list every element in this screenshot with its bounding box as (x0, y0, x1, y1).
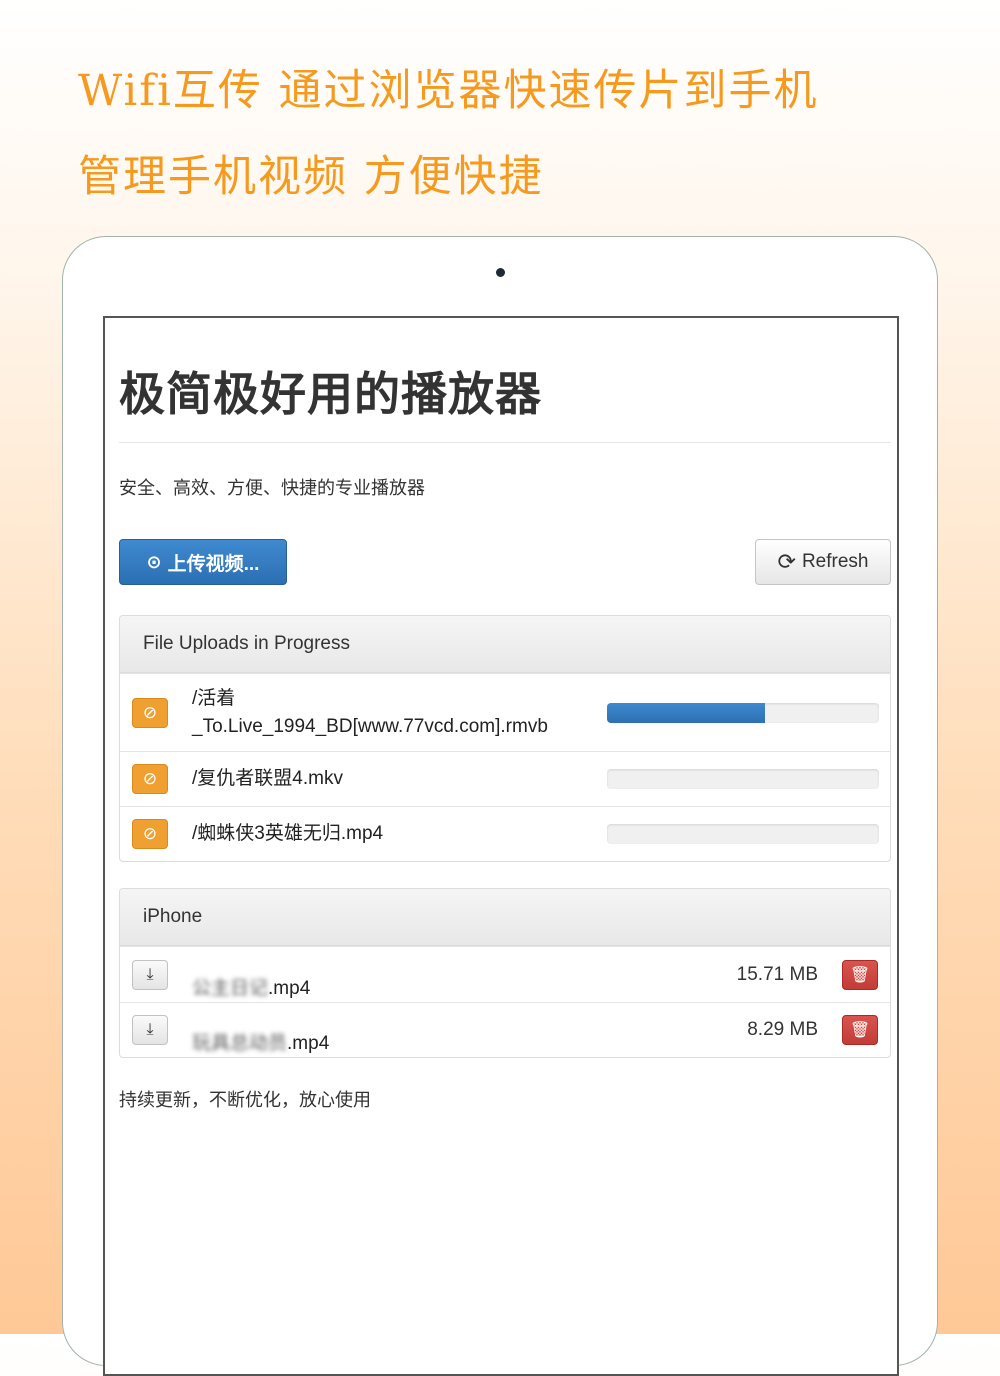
delete-button[interactable]: 🗑 (842, 1015, 878, 1045)
page-subtitle: 安全、高效、方便、快捷的专业播放器 (119, 478, 425, 498)
download-icon: ⤓ (146, 965, 154, 983)
page-title: 极简极好用的播放器 (119, 368, 542, 420)
cancel-icon: ⊘ (142, 824, 158, 843)
delete-button[interactable]: 🗑 (842, 959, 878, 990)
cancel-upload-button[interactable]: ⊘ (132, 697, 168, 728)
obscured-file-name: 公主日记 (192, 977, 269, 999)
trash-icon: 🗑 (849, 1022, 871, 1039)
footer-note: 持续更新，不断优化，放心使用 (119, 1090, 371, 1110)
uploads-panel: File Uploads in Progress ⊘ /活着 _To.Live_… (119, 615, 891, 862)
upload-progress-bar (607, 769, 879, 789)
download-icon: ⤓ (146, 1021, 154, 1038)
trash-icon: 🗑 (849, 966, 871, 984)
device-file-name: 玩具总动员.mp4 (192, 1002, 330, 1057)
file-row: ⤓ 公主日记.mp4 15.71 MB 🗑 (120, 946, 890, 1002)
file-extension: .mp4 (268, 977, 311, 999)
cancel-upload-button[interactable]: ⊘ (132, 819, 168, 849)
upload-video-button[interactable]: ⊙ 上传视频... (119, 539, 287, 585)
cancel-upload-button[interactable]: ⊘ (132, 764, 168, 794)
upload-button-label: 上传视频... (167, 553, 260, 575)
download-button[interactable]: ⤓ (132, 959, 168, 990)
upload-file-name: /活着 _To.Live_1994_BD[www.77vcd.com].rmvb (192, 687, 548, 737)
file-size: 8.29 MB (747, 1019, 818, 1040)
upload-progress-fill (607, 702, 765, 723)
refresh-button[interactable]: ⟳ Refresh (755, 539, 891, 585)
cancel-icon: ⊘ (142, 702, 158, 722)
obscured-file-name: 玩具总动员 (192, 1033, 288, 1054)
file-row: ⤓ 玩具总动员.mp4 8.29 MB 🗑 (120, 1002, 890, 1057)
device-files-panel: iPhone ⤓ 公主日记.mp4 15.71 MB 🗑 ⤓ 玩具总动员.mp4… (119, 888, 891, 1058)
upload-file-name: /复仇者联盟4.mkv (192, 768, 343, 789)
upload-file-name: /蜘蛛侠3英雄无归.mp4 (192, 823, 384, 844)
upload-row: ⊘ /复仇者联盟4.mkv (120, 751, 890, 806)
divider (119, 442, 891, 443)
upload-circle-icon: ⊙ (146, 551, 162, 572)
tablet-frame: 极简极好用的播放器 安全、高效、方便、快捷的专业播放器 ⊙ 上传视频... ⟳ … (62, 236, 938, 1376)
promo-headline: Wifi互传 通过浏览器快速传片到手机 管理手机视频 方便快捷 (78, 66, 819, 202)
upload-progress-bar (607, 702, 879, 723)
browser-screen: 极简极好用的播放器 安全、高效、方便、快捷的专业播放器 ⊙ 上传视频... ⟳ … (103, 316, 899, 1376)
upload-progress-bar (607, 824, 879, 844)
refresh-icon: ⟳ (777, 549, 796, 574)
refresh-button-label: Refresh (801, 551, 869, 572)
file-extension: .mp4 (287, 1033, 330, 1054)
cancel-icon: ⊘ (142, 769, 158, 788)
upload-row: ⊘ /活着 _To.Live_1994_BD[www.77vcd.com].rm… (120, 673, 890, 751)
download-button[interactable]: ⤓ (132, 1015, 168, 1045)
file-size: 15.71 MB (736, 963, 818, 985)
upload-row: ⊘ /蜘蛛侠3英雄无归.mp4 (120, 806, 890, 861)
camera-dot (496, 268, 505, 277)
device-file-name: 公主日记.mp4 (192, 947, 310, 1003)
uploads-panel-heading: File Uploads in Progress (120, 616, 890, 673)
device-panel-heading: iPhone (120, 889, 890, 946)
